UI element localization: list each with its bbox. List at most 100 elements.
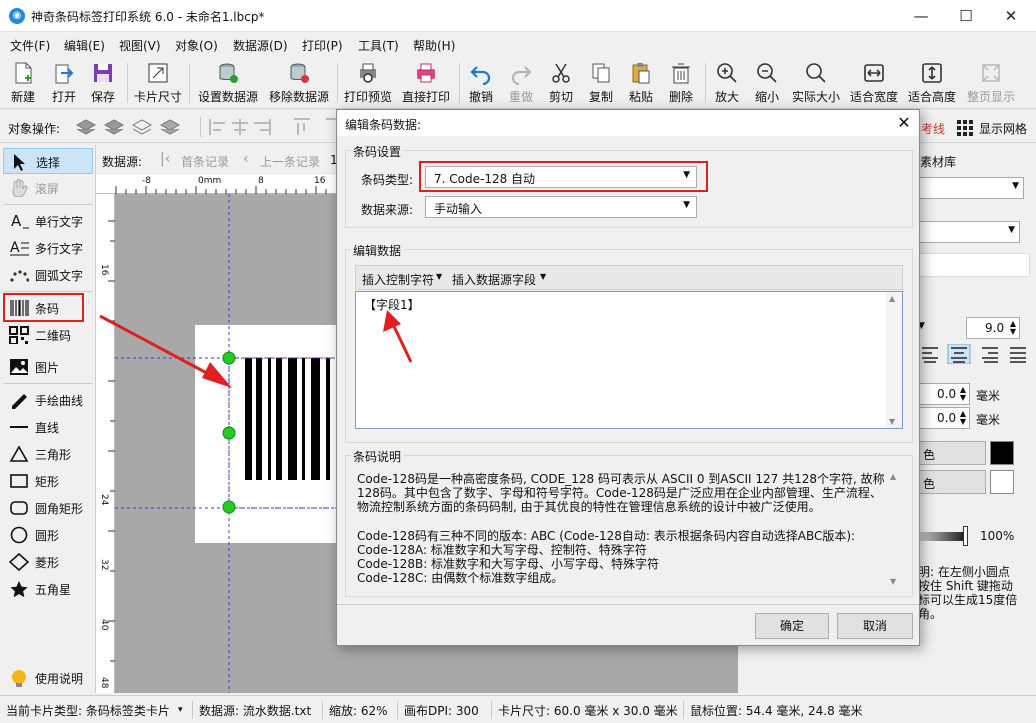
offset-x-spinner[interactable]: 0.0 ▲ ▼ [916, 383, 970, 405]
material-tab[interactable]: 素材库 [920, 153, 956, 170]
show-grid-toggle[interactable]: 显示网格 [979, 120, 1027, 137]
svg-text:A: A [10, 240, 20, 256]
tool-rectangle[interactable]: 矩形 [3, 468, 93, 494]
open-button[interactable]: 打开 [45, 59, 83, 107]
back-color-button[interactable]: 色 [916, 470, 986, 494]
tool-star[interactable]: 五角星 [3, 576, 93, 602]
barcode-object[interactable] [96, 175, 338, 693]
remove-datasource-button[interactable]: 移除数据源 [266, 59, 332, 107]
line-icon [10, 426, 28, 428]
fit-width-button[interactable]: 适合宽度 [847, 59, 901, 107]
prev-record-button[interactable]: 上一条记录 [260, 153, 320, 170]
ref-line-toggle[interactable]: 考线 [921, 120, 945, 137]
layer-order-icons[interactable] [75, 117, 195, 137]
menu-object[interactable]: 对象(O) [175, 37, 218, 54]
edit-barcode-dialog: 编辑条码数据: ✕ 条码设置 条码类型: 7. Code-128 自动 ▼ 数据… [336, 109, 920, 646]
opacity-slider[interactable] [916, 532, 968, 541]
description-scrollbar[interactable]: ▲ ▼ [887, 470, 903, 588]
fit-height-button[interactable]: 适合高度 [905, 59, 959, 107]
menu-datasource[interactable]: 数据源(D) [233, 37, 288, 54]
menu-tools[interactable]: 工具(T) [358, 37, 399, 54]
grid-icon[interactable] [956, 119, 974, 137]
opacity-slider-thumb[interactable] [963, 526, 968, 546]
data-source-select[interactable]: 手动输入 ▼ [425, 196, 697, 218]
font-size-spinner[interactable]: 9.0 ▲ ▼ [966, 317, 1020, 339]
properties-panel: 素材库 ▼ ▼ ▼ 9.0 ▲ ▼ 0.0 ▲ ▼ 毫米 0.0 ▲ ▼ 毫米 色 色 10… [916, 145, 1036, 693]
status-card-type[interactable]: 当前卡片类型: 条码标签类卡片 [6, 702, 170, 719]
dropdown-arrow-icon: ▼ [540, 272, 547, 281]
card-type-dropdown-icon[interactable]: ▾ [178, 705, 183, 715]
tool-help[interactable]: 使用说明 [3, 665, 93, 691]
menu-print[interactable]: 打印(P) [302, 37, 343, 54]
menu-edit[interactable]: 编辑(E) [64, 37, 105, 54]
cancel-button[interactable]: 取消 [837, 613, 913, 639]
trash-icon [672, 63, 690, 84]
printer-icon [417, 63, 435, 83]
zoom-out-button[interactable]: 缩小 [749, 59, 785, 107]
first-record-button[interactable]: 首条记录 [181, 153, 229, 170]
set-datasource-button[interactable]: 设置数据源 [195, 59, 261, 107]
property-dropdown-2[interactable]: ▼ [916, 221, 1020, 243]
insert-field-button[interactable]: 插入数据源字段 [452, 271, 536, 288]
tool-diamond[interactable]: 菱形 [3, 549, 93, 575]
status-zoom: 缩放: 62% [329, 704, 388, 718]
tool-qrcode[interactable]: 二维码 [3, 322, 93, 348]
prev-record-icon[interactable]: ‹ [243, 151, 249, 167]
textarea-scrollbar[interactable]: ▲ ▼ [886, 292, 902, 428]
zoom-in-button[interactable]: 放大 [709, 59, 745, 107]
tool-triangle[interactable]: 三角形 [3, 441, 93, 467]
card-size-button[interactable]: 卡片尺寸 [131, 59, 185, 107]
new-button[interactable]: 新建 [4, 59, 42, 107]
fore-color-swatch[interactable] [990, 441, 1014, 465]
back-color-swatch[interactable] [990, 470, 1014, 494]
fit-page-button[interactable]: 整页显示 [963, 59, 1019, 107]
save-button[interactable]: 保存 [84, 59, 122, 107]
ok-button[interactable]: 确定 [755, 613, 829, 639]
fore-color-button[interactable]: 色 [916, 441, 986, 465]
property-field[interactable] [916, 253, 1030, 277]
tool-single-line-text[interactable]: A 单行文字 [3, 208, 93, 234]
redo-button[interactable]: 重做 [503, 59, 539, 107]
triangle-icon [9, 445, 29, 462]
menu-file[interactable]: 文件(F) [10, 37, 50, 54]
print-preview-button[interactable]: 打印预览 [341, 59, 395, 107]
tool-image[interactable]: 图片 [3, 354, 93, 380]
menu-view[interactable]: 视图(V) [119, 37, 161, 54]
tool-freehand[interactable]: 手绘曲线 [3, 387, 93, 413]
paste-button[interactable]: 粘贴 [623, 59, 659, 107]
tool-circle[interactable]: 圆形 [3, 522, 93, 548]
first-record-icon[interactable]: |‹ [160, 151, 170, 167]
tool-arc-text[interactable]: 圆弧文字 [3, 262, 93, 288]
cut-button[interactable]: 剪切 [543, 59, 579, 107]
direct-print-button[interactable]: 直接打印 [399, 59, 453, 107]
tool-multi-line-text[interactable]: A 多行文字 [3, 235, 93, 261]
insert-control-char-button[interactable]: 插入控制字符 [362, 271, 434, 288]
actual-size-button[interactable]: 实际大小 [789, 59, 843, 107]
offset-y-spinner[interactable]: 0.0 ▲ ▼ [916, 407, 970, 429]
align-icons[interactable] [208, 117, 336, 137]
delete-button[interactable]: 删除 [663, 59, 699, 107]
text-a-icon: A [11, 212, 29, 230]
app-logo-icon: ◉ [9, 8, 25, 24]
open-file-icon [55, 64, 74, 84]
paste-icon [632, 63, 650, 84]
tool-rounded-rectangle[interactable]: 圆角矩形 [3, 495, 93, 521]
arc-text-icon [10, 270, 29, 282]
tool-line[interactable]: 直线 [3, 414, 93, 440]
resize-handle [222, 426, 236, 440]
dialog-title: 编辑条码数据: [345, 118, 422, 132]
close-window-icon[interactable]: ✕ [988, 0, 1034, 32]
save-icon [94, 64, 112, 82]
maximize-icon[interactable]: ☐ [943, 0, 989, 32]
minimize-icon[interactable]: — [898, 0, 944, 32]
copy-button[interactable]: 复制 [583, 59, 619, 107]
tool-scroll[interactable]: 滚屏 [3, 175, 93, 201]
menu-help[interactable]: 帮助(H) [413, 37, 455, 54]
text-align-icons[interactable] [922, 344, 1032, 364]
barcode-tool-highlight [3, 293, 84, 322]
barcode-data-textarea[interactable]: 【字段1】 ▲ ▼ [355, 291, 903, 429]
property-dropdown-1[interactable]: ▼ [916, 177, 1024, 199]
close-icon[interactable]: ✕ [893, 112, 915, 134]
tool-select[interactable]: 选择 [3, 148, 93, 174]
undo-button[interactable]: 撤销 [463, 59, 499, 107]
